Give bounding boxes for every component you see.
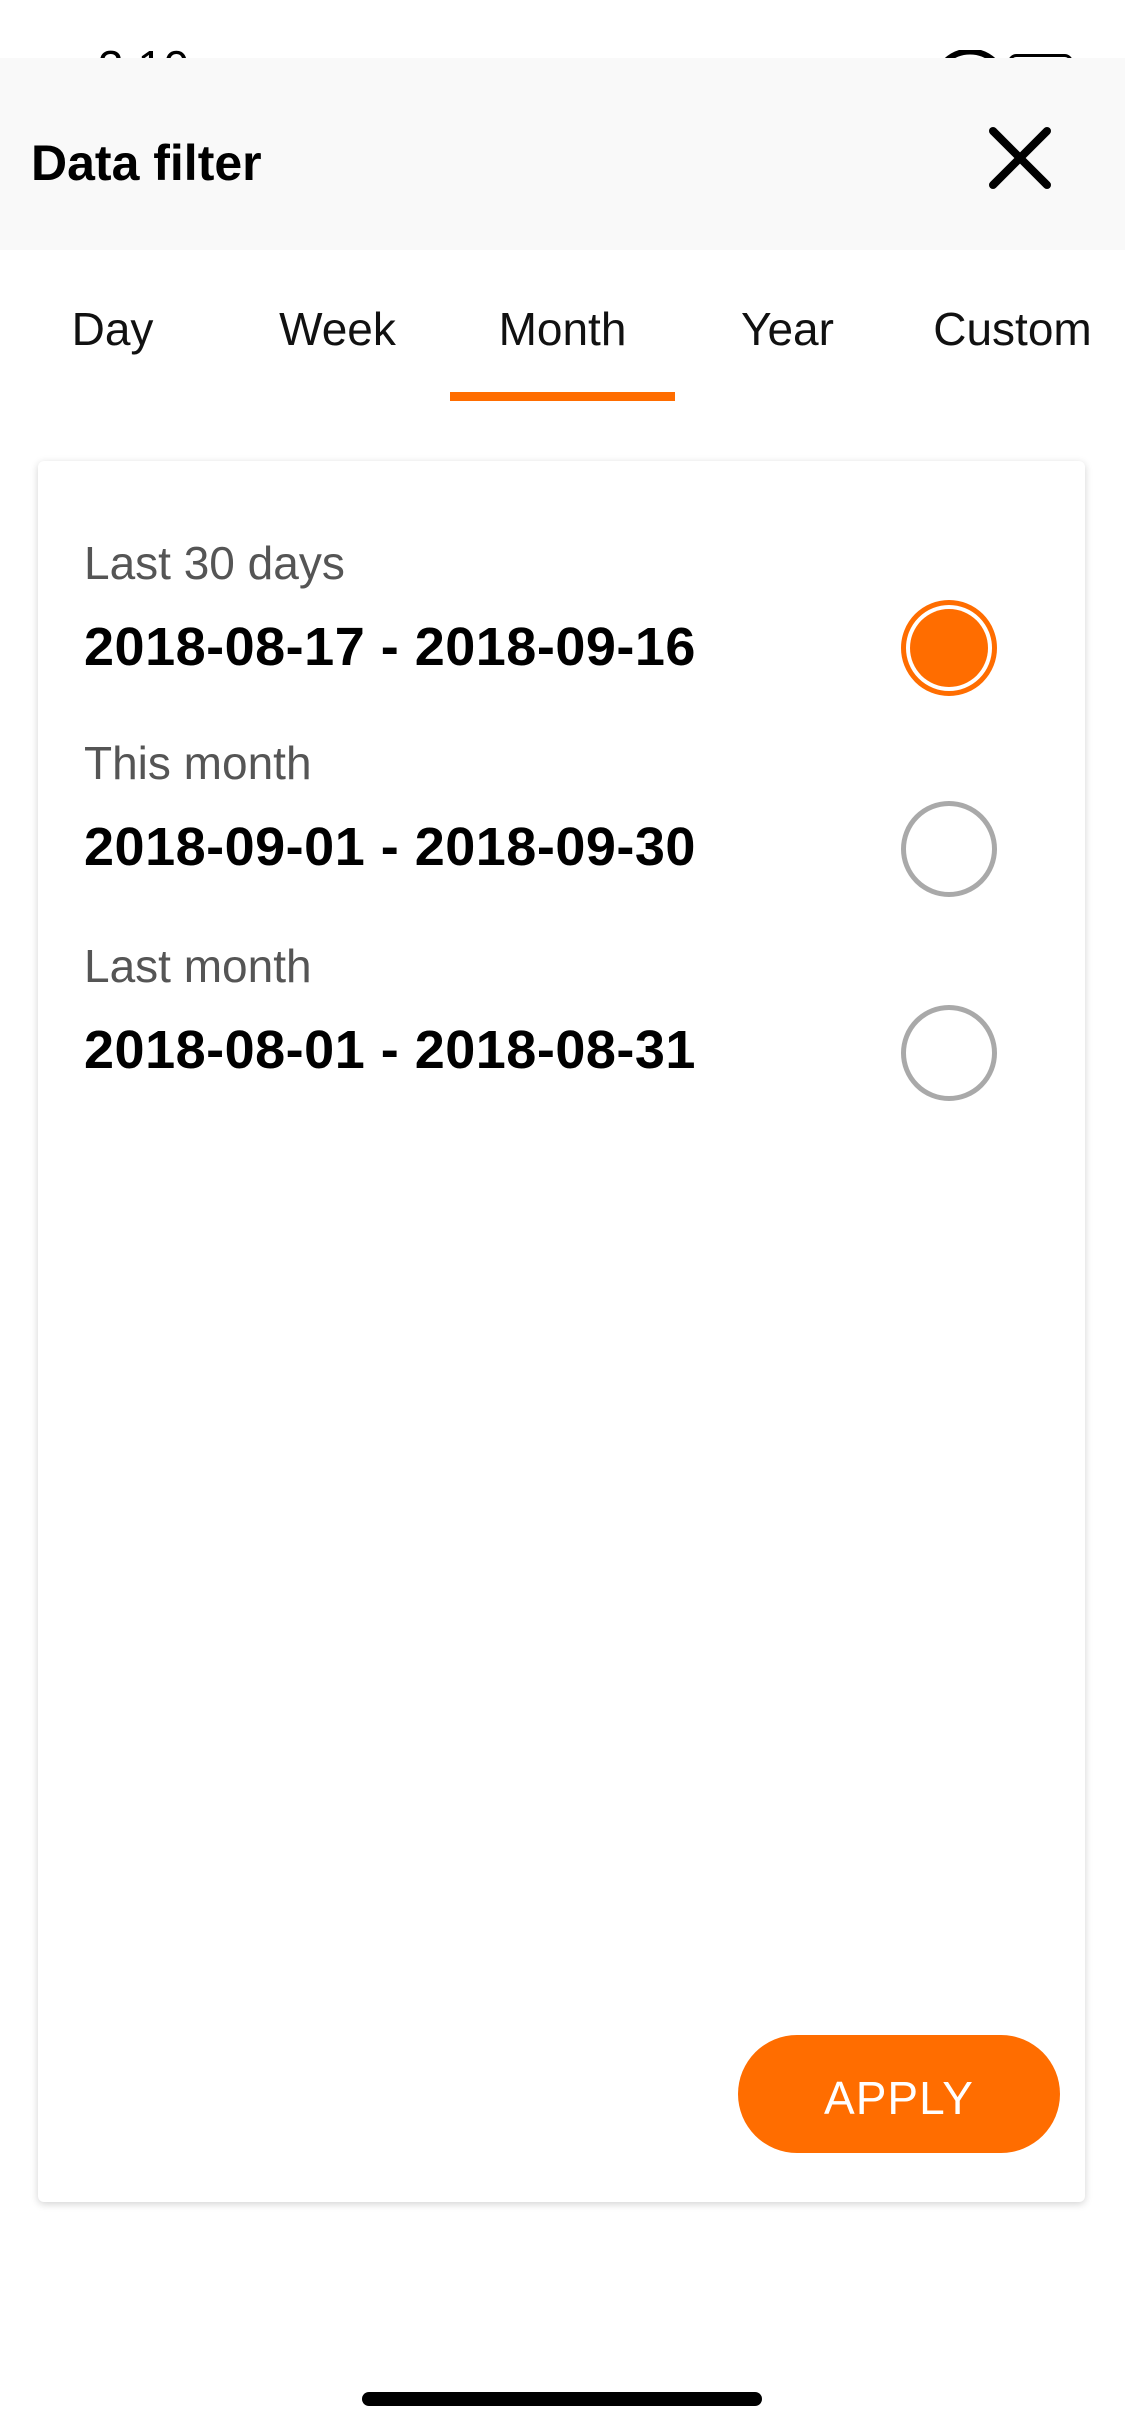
option-last-30-days[interactable]: Last 30 days 2018-08-17 - 2018-09-16 [38,536,1085,726]
option-label: Last month [84,940,312,992]
tab-label: Month [498,303,627,355]
option-date-range: 2018-08-01 - 2018-08-31 [84,1020,696,1080]
option-date-range: 2018-09-01 - 2018-09-30 [84,817,696,877]
tab-label: Year [741,303,834,355]
radio-button[interactable] [901,1005,997,1101]
tab-year[interactable]: Year [675,250,900,402]
tab-month[interactable]: Month [450,250,675,402]
close-icon[interactable] [980,118,1060,198]
page-title: Data filter [31,135,262,191]
tab-custom[interactable]: Custom [900,250,1125,402]
home-indicator[interactable] [362,2392,762,2406]
option-date-range: 2018-08-17 - 2018-09-16 [84,617,696,677]
tab-week[interactable]: Week [225,250,450,402]
tab-selected-indicator [450,392,675,401]
navigation-bar: Data filter [0,58,1125,250]
option-last-month[interactable]: Last month 2018-08-01 - 2018-08-31 [38,939,1085,1129]
apply-button[interactable]: APPLY [738,2035,1060,2153]
tab-label: Day [71,303,154,355]
option-label: This month [84,737,312,789]
date-range-card: Last 30 days 2018-08-17 - 2018-09-16 Thi… [38,461,1085,2202]
tab-label: Custom [933,303,1092,355]
radio-button-selected[interactable] [901,600,997,696]
period-tabs: Day Week Month Year Custom [0,250,1125,402]
tab-label: Week [279,303,396,355]
option-this-month[interactable]: This month 2018-09-01 - 2018-09-30 [38,736,1085,926]
apply-button-label: APPLY [824,2072,974,2124]
tab-day[interactable]: Day [0,250,225,402]
option-label: Last 30 days [84,537,345,589]
radio-button[interactable] [901,801,997,897]
